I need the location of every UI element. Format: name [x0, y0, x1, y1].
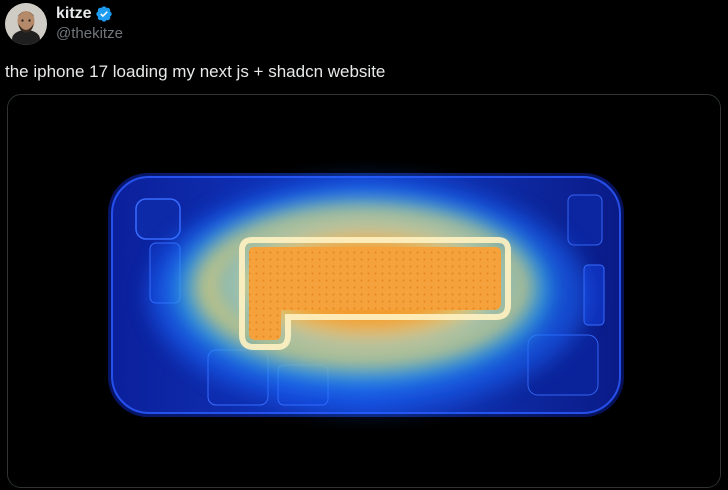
tweet-header: kitze @thekitze — [5, 3, 123, 45]
thermal-phone-image — [8, 95, 720, 487]
tweet-media[interactable] — [7, 94, 721, 488]
verified-badge-icon[interactable] — [95, 5, 113, 23]
tweet-text: the iphone 17 loading my next js + shadc… — [5, 62, 386, 81]
author-handle[interactable]: @thekitze — [56, 24, 123, 44]
display-name[interactable]: kitze — [56, 4, 92, 24]
avatar[interactable] — [5, 3, 47, 45]
name-row: kitze — [56, 4, 123, 24]
avatar-image — [5, 3, 47, 45]
tweet: kitze @thekitze the iphone 17 loading my… — [0, 0, 728, 490]
author-names: kitze @thekitze — [56, 4, 123, 44]
